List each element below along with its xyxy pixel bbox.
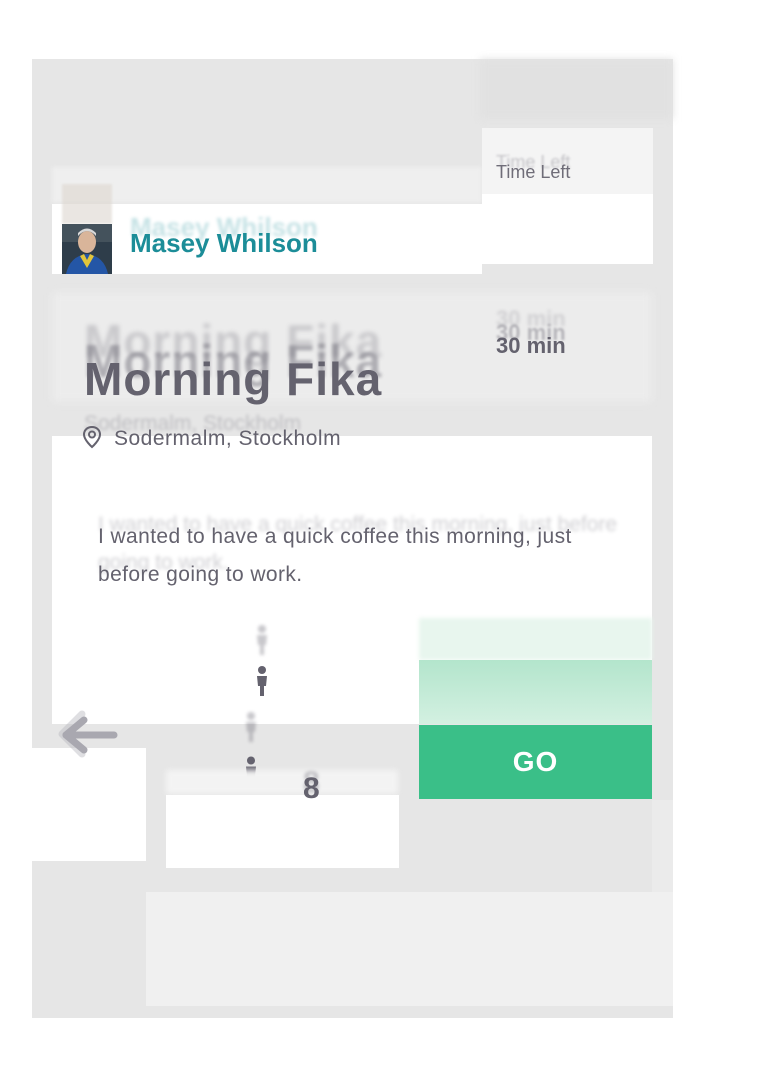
arrow-left-icon — [58, 710, 118, 758]
header-motion-trail — [52, 167, 482, 203]
time-left-value: 30 min — [496, 333, 566, 358]
count-motion-trail — [166, 770, 398, 794]
go-button-motion-trail — [419, 618, 652, 660]
bottom-panel — [146, 892, 673, 1006]
back-button[interactable] — [56, 706, 120, 762]
person-icon — [246, 712, 256, 742]
location-text: Sodermalm, Stockholm — [114, 427, 342, 450]
person-icon — [257, 625, 267, 655]
time-left-label: Time Left — [496, 162, 571, 182]
user-name[interactable]: Masey Whilson — [130, 228, 318, 259]
avatar[interactable] — [62, 224, 112, 274]
go-button-motion-trail — [419, 660, 652, 724]
location-row: Sodermalm, Stockholm — [82, 425, 342, 454]
avatar-motion-trail — [62, 184, 112, 224]
count-card — [166, 795, 399, 868]
participant-count: 8 — [303, 772, 320, 805]
avatar-image — [62, 224, 112, 274]
back-panel — [32, 748, 146, 861]
person-icon — [257, 666, 267, 696]
blurred-panel — [480, 59, 673, 119]
go-button[interactable]: GO — [419, 725, 652, 799]
event-title: Morning Fika — [84, 353, 383, 405]
map-pin-icon — [82, 425, 102, 454]
event-description: I wanted to have a quick coffee this mor… — [98, 525, 572, 586]
side-shadow — [652, 800, 673, 892]
